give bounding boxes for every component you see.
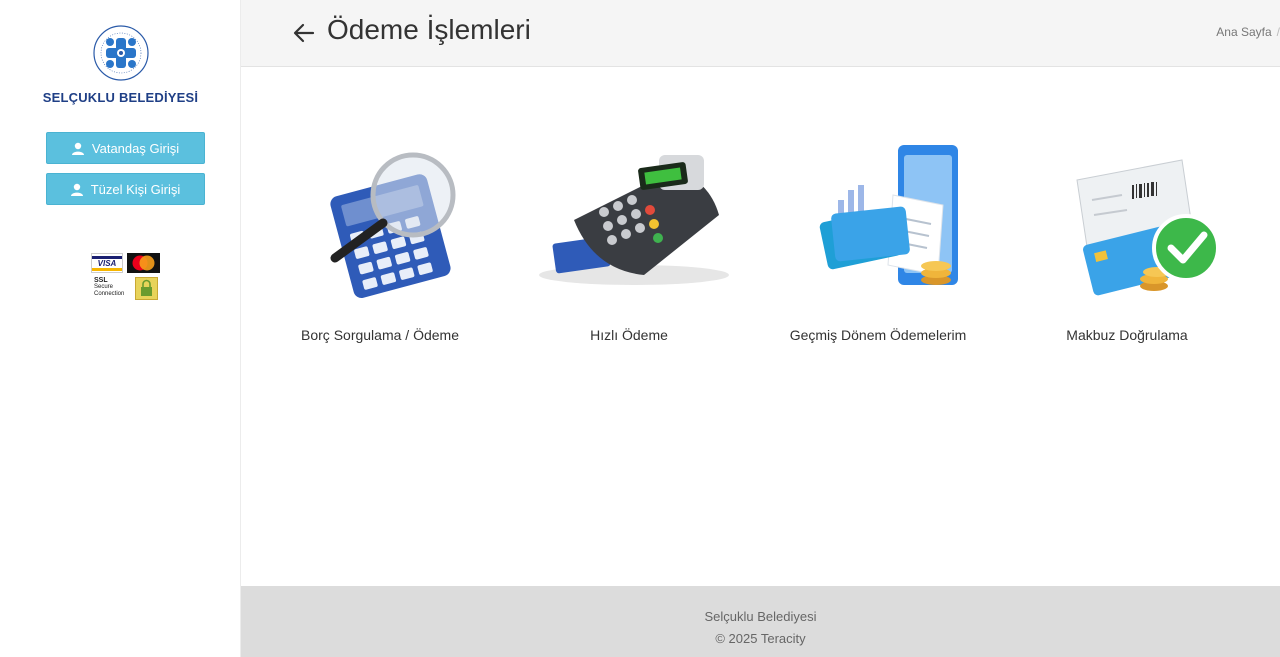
breadcrumb: Ana Sayfa / [1216, 25, 1280, 39]
pos-terminal-icon [539, 155, 729, 285]
debt-query-payment-card[interactable]: Borç Sorgulama / Ödeme [255, 140, 505, 355]
quick-payment-label: Hızlı Ödeme [590, 327, 668, 343]
quick-payment-card[interactable]: Hızlı Ödeme [504, 140, 754, 355]
back-arrow-icon[interactable] [291, 20, 317, 46]
calculator-magnifier-icon [330, 152, 456, 298]
phone-receipt-cards-icon [819, 145, 958, 285]
receipt-verification-card[interactable]: Makbuz Doğrulama [1002, 140, 1252, 355]
user-icon [71, 142, 84, 155]
municipality-seal-icon [92, 25, 149, 81]
payment-logos: VISA SSL Secure Connection [91, 253, 161, 304]
citizen-login-label: Vatandaş Girişi [91, 140, 180, 156]
corporate-login-label: Tüzel Kişi Girişi [90, 181, 181, 197]
footer-copyright: © 2025 Teracity [715, 631, 806, 646]
lock-icon [135, 277, 158, 300]
citizen-login-button[interactable]: Vatandaş Girişi [46, 132, 205, 164]
mastercard-logo [127, 253, 160, 273]
ssl-secure-logo: SSL Secure Connection [91, 277, 131, 300]
receipt-check-icon [1076, 159, 1220, 296]
visa-logo: VISA [91, 253, 123, 273]
footer: Selçuklu Belediyesi © 2025 Teracity [241, 586, 1280, 657]
user-icon [70, 183, 83, 196]
debt-query-payment-label: Borç Sorgulama / Ödeme [301, 327, 459, 343]
receipt-verification-label: Makbuz Doğrulama [1066, 327, 1188, 343]
sidebar: SELÇUKLU BELEDİYESİ Vatandaş Girişi Tüze… [0, 0, 241, 657]
footer-organization: Selçuklu Belediyesi [704, 609, 817, 624]
page-title: Ödeme İşlemleri [327, 14, 531, 45]
brand-name: SELÇUKLU BELEDİYESİ [42, 90, 199, 105]
past-payments-label: Geçmiş Dönem Ödemelerim [789, 327, 967, 343]
breadcrumb-home-link[interactable]: Ana Sayfa [1216, 25, 1271, 39]
past-payments-card[interactable]: Geçmiş Dönem Ödemelerim [753, 140, 1003, 355]
logo[interactable]: SELÇUKLU BELEDİYESİ [0, 24, 241, 105]
corporate-login-button[interactable]: Tüzel Kişi Girişi [46, 173, 205, 205]
page-header: Ödeme İşlemleri Ana Sayfa / [241, 0, 1280, 67]
